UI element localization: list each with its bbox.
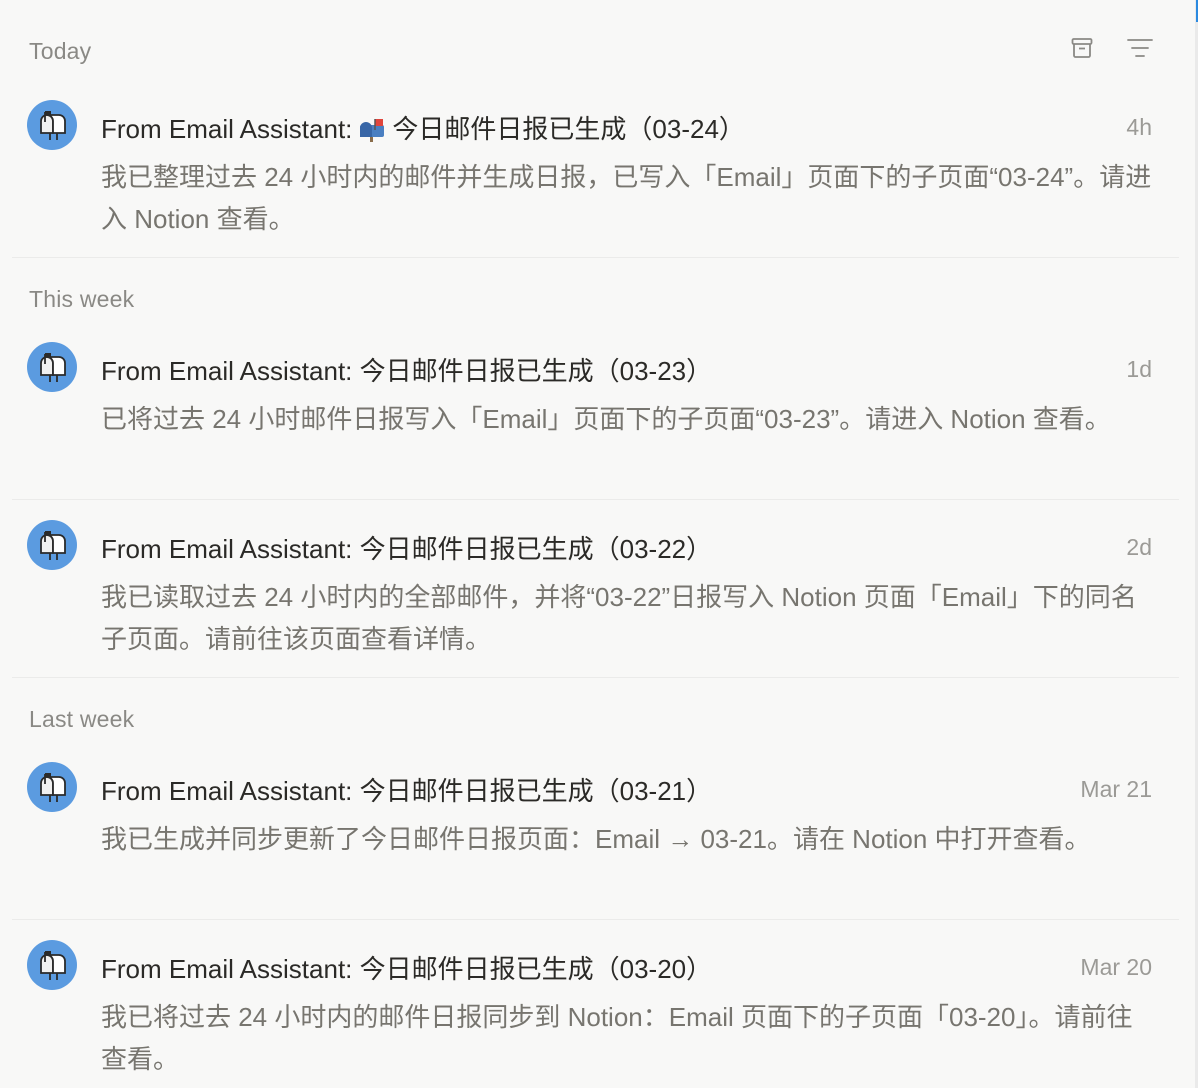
archive-button[interactable] bbox=[1068, 34, 1096, 62]
notification-sender: From Email Assistant: bbox=[101, 776, 353, 806]
notification-body: 我已整理过去 24 小时内的邮件并生成日报，已写入「Email」页面下的子页面“… bbox=[101, 162, 1152, 234]
notification-sender: From Email Assistant: bbox=[101, 356, 353, 386]
mailbox-icon bbox=[40, 773, 66, 802]
notification-subject: 今日邮件日报已生成（03-20） bbox=[359, 954, 713, 984]
notification-title: From Email Assistant: 今日邮件日报已生成（03-21） bbox=[101, 771, 712, 808]
filter-button[interactable] bbox=[1126, 34, 1154, 62]
notification-time: 4h bbox=[1126, 114, 1152, 140]
notification-time: Mar 20 bbox=[1080, 954, 1152, 980]
notification-body: 我已读取过去 24 小时内的全部邮件，并将“03-22”日报写入 Notion … bbox=[101, 582, 1137, 654]
notification-item[interactable]: From Email Assistant: 今日邮件日报已生成（03-23） 1… bbox=[12, 334, 1179, 500]
notification-title: From Email Assistant: 今日邮件日报已生成（03-20） bbox=[101, 949, 712, 986]
notification-subject: 今日邮件日报已生成（03-22） bbox=[359, 534, 713, 564]
notification-item[interactable]: From Email Assistant: 今日邮件日报已生成（03-20） M… bbox=[12, 932, 1179, 1088]
email-assistant-avatar bbox=[27, 100, 77, 150]
notification-title: From Email Assistant: 今日邮件日报已生成（03-22） bbox=[101, 529, 712, 566]
mailbox-emoji-icon bbox=[358, 116, 388, 149]
email-assistant-avatar bbox=[27, 940, 77, 990]
archive-box-icon bbox=[1071, 38, 1093, 58]
notification-body: 我已将过去 24 小时内的邮件日报同步到 Notion：Email 页面下的子页… bbox=[101, 1002, 1133, 1074]
mailbox-icon bbox=[40, 951, 66, 980]
mailbox-icon bbox=[40, 111, 66, 140]
notification-title: From Email Assistant: 今日邮件日报已生成（03-24） bbox=[101, 109, 745, 149]
email-assistant-avatar bbox=[27, 762, 77, 812]
notification-body: 已将过去 24 小时邮件日报写入「Email」页面下的子页面“03-23”。请进… bbox=[101, 404, 1111, 434]
notification-subject: 今日邮件日报已生成（03-24） bbox=[392, 114, 745, 144]
filter-lines-icon bbox=[1127, 39, 1153, 57]
section-label-last-week: Last week bbox=[29, 706, 135, 732]
mailbox-icon bbox=[40, 531, 66, 560]
notification-subject: 今日邮件日报已生成（03-23） bbox=[359, 356, 713, 386]
notification-sender: From Email Assistant: bbox=[101, 954, 353, 984]
notification-time: 2d bbox=[1126, 534, 1152, 560]
notification-time: 1d bbox=[1126, 356, 1152, 382]
section-label-this-week: This week bbox=[29, 286, 135, 312]
notification-body: 我已生成并同步更新了今日邮件日报页面：Email → 03-21。请在 Noti… bbox=[101, 824, 1091, 854]
notification-item[interactable]: From Email Assistant: 今日邮件日报已生成（03-21） M… bbox=[12, 754, 1179, 920]
email-assistant-avatar bbox=[27, 520, 77, 570]
inbox-panel: Today From Email Assistant: 今日邮件日报已生成（03… bbox=[0, 0, 1198, 1088]
section-label-today: Today bbox=[29, 38, 92, 64]
notification-item[interactable]: From Email Assistant: 今日邮件日报已生成（03-22） 2… bbox=[12, 512, 1179, 678]
notification-subject: 今日邮件日报已生成（03-21） bbox=[359, 776, 713, 806]
notification-time: Mar 21 bbox=[1080, 776, 1152, 802]
mailbox-icon bbox=[40, 353, 66, 382]
notification-sender: From Email Assistant: bbox=[101, 534, 353, 564]
inbox-toolbar bbox=[1068, 34, 1154, 62]
notification-title: From Email Assistant: 今日邮件日报已生成（03-23） bbox=[101, 351, 712, 388]
notification-item[interactable]: From Email Assistant: 今日邮件日报已生成（03-24） 4… bbox=[12, 92, 1179, 258]
email-assistant-avatar bbox=[27, 342, 77, 392]
notification-sender: From Email Assistant: bbox=[101, 114, 353, 144]
